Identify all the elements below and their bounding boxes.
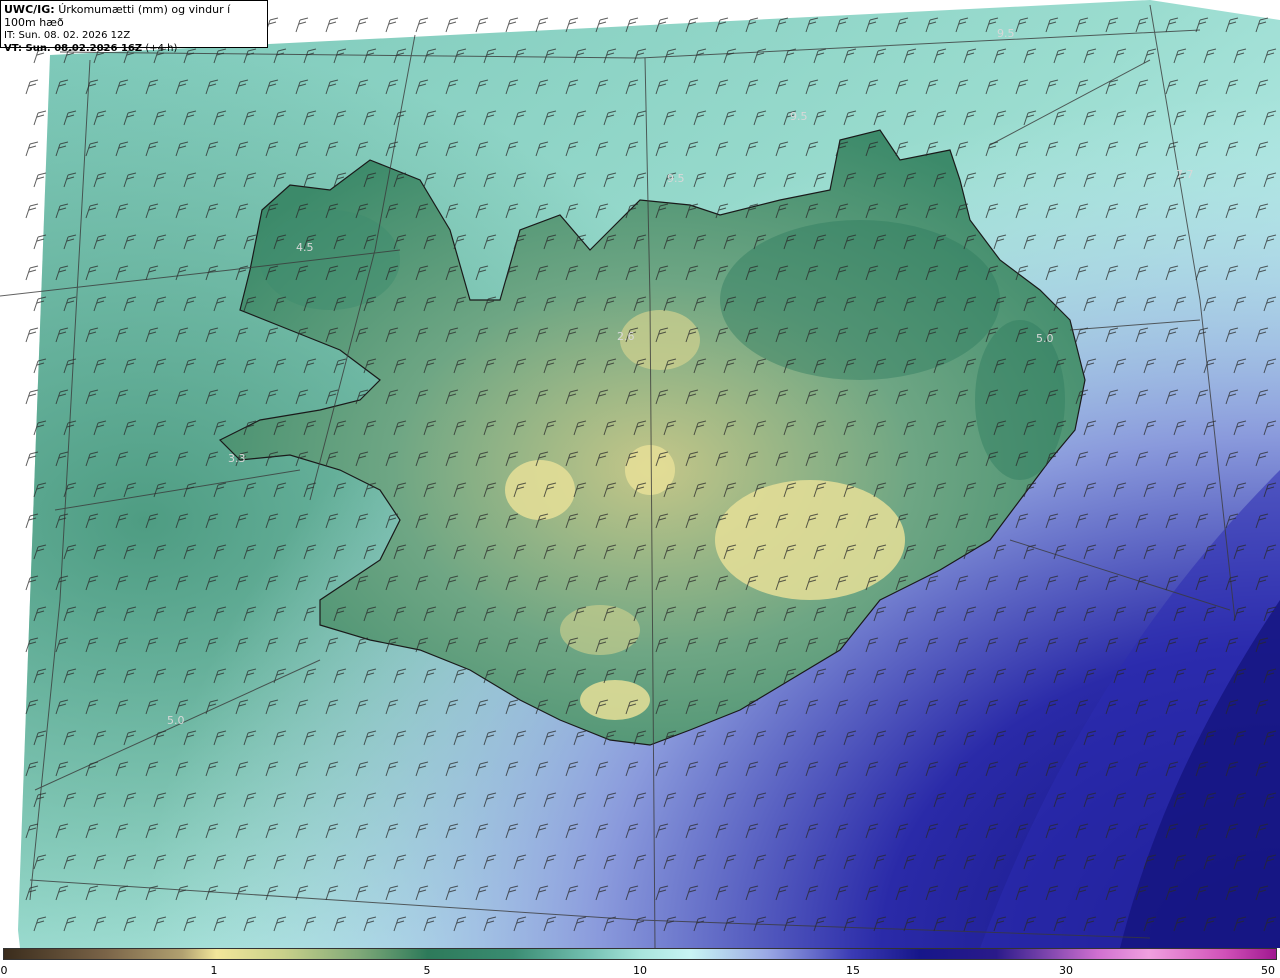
model-label: UWC/IG: [4, 3, 55, 16]
contour-label: 9.5 [667, 172, 685, 185]
weather-map: 9.5 9.5 9.5 7.7 4.5 2.6 5.0 3.3 5.0 [0, 0, 1280, 948]
valid-offset: (+4 h) [145, 43, 178, 54]
contour-label: 9.5 [997, 27, 1015, 40]
contour-label: 7.7 [1176, 168, 1194, 181]
valid-time: VT: Sun. 08.02.2026 16Z [4, 43, 143, 54]
contour-label: 4.5 [296, 241, 314, 254]
init-time: IT: Sun. 08. 02. 2026 12Z [4, 30, 131, 41]
map-title-box: UWC/IG: Úrkomumætti (mm) og vindur í 100… [0, 0, 268, 54]
colorbar-tick: 15 [846, 964, 860, 977]
contour-label: 5.0 [1036, 332, 1054, 345]
colorbar-gradient [3, 948, 1277, 960]
colorbar-tick: 1 [210, 964, 218, 977]
colorbar-tick: 30 [1059, 964, 1073, 977]
colorbar-tick: 0 [0, 964, 8, 977]
contour-label: 9.5 [790, 110, 808, 123]
contour-label: 3.3 [228, 452, 246, 465]
colorbar-tick: 5 [423, 964, 431, 977]
contour-label: 2.6 [617, 330, 635, 343]
colorbar-tick: 10 [633, 964, 647, 977]
colorbar: 0 1 5 10 15 30 50 [0, 948, 1280, 978]
colorbar-tick: 50 [1261, 964, 1275, 977]
myrdalsjokull-highland [580, 680, 650, 720]
contour-label: 5.0 [167, 714, 185, 727]
langjokull-highland [505, 460, 575, 520]
